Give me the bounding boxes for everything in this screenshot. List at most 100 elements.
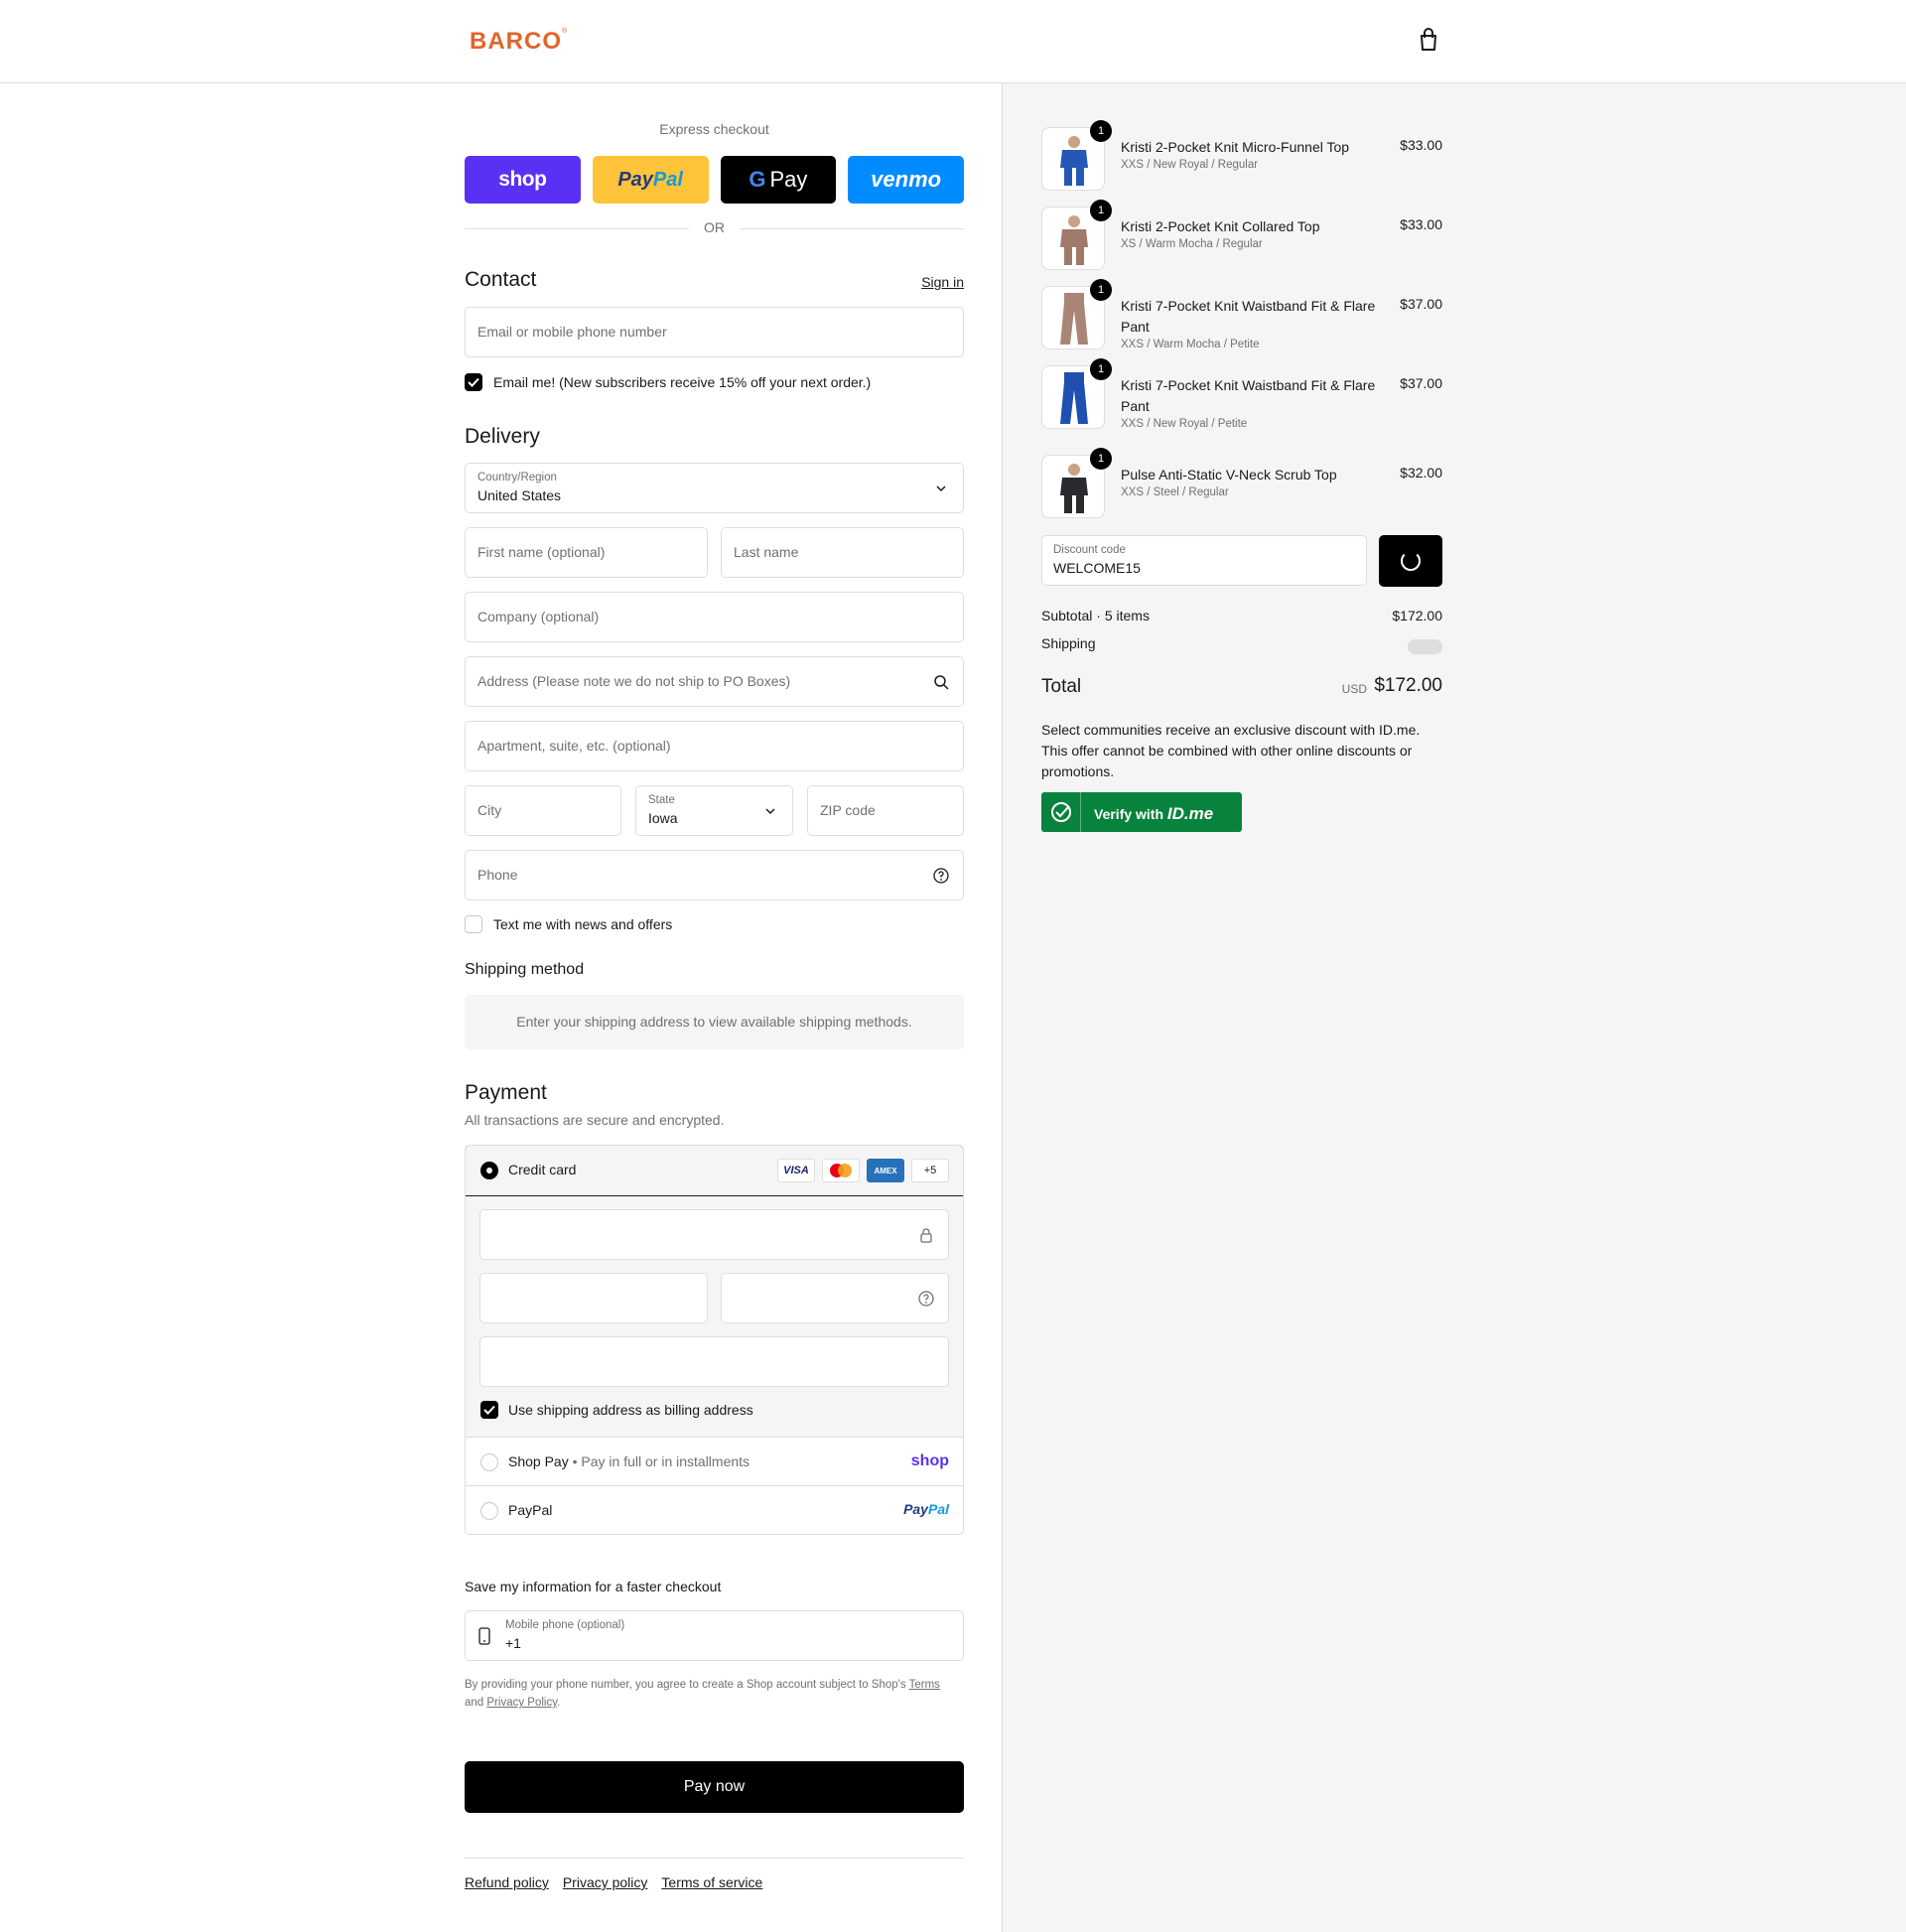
terms-of-service-link[interactable]: Terms of service [661,1874,762,1890]
privacy-policy-link[interactable]: Privacy policy [563,1874,648,1890]
product-title: Pulse Anti-Static V-Neck Scrub Top [1121,467,1337,483]
country-select[interactable]: Country/Region United States [465,463,964,513]
contact-heading: Contact [465,268,537,291]
apply-discount-button[interactable] [1379,535,1442,587]
save-info-heading: Save my information for a faster checkou… [465,1579,722,1594]
product-variant: XXS / New Royal / Regular [1121,159,1259,171]
or-divider: OR [465,219,964,237]
site-header: BARCO® [0,0,1906,83]
product-thumbnail: 1 [1041,448,1112,518]
paypal-option[interactable]: PayPal PayPal [466,1486,963,1534]
payment-methods: Credit card VISA AMEX +5 Use shipping ad… [465,1145,964,1535]
google-pay-express-button[interactable]: G Pay [720,156,837,204]
discount-code-value: WELCOME15 [1053,560,1141,576]
last-name-field[interactable]: Last name [721,527,964,578]
subtotal-row: Subtotal · 5 items $172.00 [1041,608,1442,623]
help-circle-icon[interactable] [932,867,950,885]
mastercard-icon [822,1159,860,1182]
text-me-label: Text me with news and offers [493,916,673,932]
shop-terms-link[interactable]: Terms [909,1679,940,1691]
quantity-badge: 1 [1090,200,1112,221]
email-me-checkbox[interactable] [465,373,482,391]
shop-consent-text: By providing your phone number, you agre… [465,1679,940,1709]
state-select[interactable]: State Iowa [635,785,793,836]
zip-code-field[interactable]: ZIP code [807,785,964,836]
total-label: Total [1041,676,1082,697]
city-field[interactable]: City [465,785,621,836]
product-thumbnail: 1 [1041,200,1112,270]
sign-in-link[interactable]: Sign in [921,274,964,290]
shipping-label: Shipping [1041,635,1096,651]
discount-code-label: Discount code [1053,544,1126,556]
product-thumbnail: 1 [1041,120,1112,191]
venmo-express-button[interactable]: venmo [848,156,964,204]
shop-pay-express-button[interactable]: shop [465,156,581,204]
card-number-field[interactable] [479,1209,949,1260]
security-code-field[interactable] [721,1273,949,1323]
verify-with-idme-button[interactable]: Verify with ID.me [1041,792,1242,832]
loading-spinner-icon [1401,551,1421,571]
product-thumbnail: 1 [1041,279,1112,349]
product-price: $33.00 [1400,137,1442,153]
credit-card-option[interactable]: Credit card VISA AMEX +5 [466,1146,963,1196]
product-variant: XXS / Steel / Regular [1121,486,1229,498]
shop-pay-logo: shop [910,1452,949,1469]
express-checkout-buttons: shop Pay Pal G Pay venmo [465,156,964,204]
chevron-down-icon [761,802,779,820]
shop-pay-radio[interactable] [480,1453,498,1471]
credit-card-radio[interactable] [480,1162,498,1179]
product-price: $33.00 [1400,216,1442,232]
product-title: Kristi 2-Pocket Knit Collared Top [1121,218,1320,234]
shop-privacy-link[interactable]: Privacy Policy [486,1697,557,1709]
delivery-heading: Delivery [465,425,540,448]
paypal-express-button[interactable]: Pay Pal [592,156,709,204]
address-field[interactable]: Address (Please note we do not ship to P… [465,656,964,707]
mobile-phone-field[interactable]: Mobile phone (optional) +1 [465,1610,964,1661]
help-circle-icon[interactable] [917,1290,935,1308]
quantity-badge: 1 [1090,120,1112,142]
payment-heading: Payment [465,1081,547,1104]
credit-card-form: Use shipping address as billing address [466,1196,963,1438]
product-variant: XXS / New Royal / Petite [1121,418,1248,430]
mobile-phone-icon [477,1627,491,1648]
expiration-date-field[interactable] [479,1273,708,1323]
quantity-badge: 1 [1090,448,1112,470]
product-variant: XXS / Warm Mocha / Petite [1121,339,1260,350]
apartment-field[interactable]: Apartment, suite, etc. (optional) [465,721,964,771]
search-icon [932,673,950,691]
phone-field[interactable]: Phone [465,850,964,900]
quantity-badge: 1 [1090,279,1112,301]
currency-code: USD [1341,682,1367,696]
text-me-checkbox[interactable] [465,915,482,933]
idme-description: Select communities receive an exclusive … [1041,722,1421,779]
product-thumbnail: 1 [1041,358,1112,429]
refund-policy-link[interactable]: Refund policy [465,1874,549,1890]
chevron-down-icon [932,480,950,497]
quantity-badge: 1 [1090,358,1112,380]
billing-same-checkbox[interactable] [480,1401,498,1419]
paypal-radio[interactable] [480,1502,498,1520]
product-title: Kristi 7-Pocket Knit Waistband Fit & Fla… [1121,377,1376,414]
shipping-loading-placeholder [1408,639,1442,654]
amex-icon: AMEX [867,1159,904,1182]
total-row: Total USD $172.00 [1041,673,1442,701]
paypal-logo: PayPal [903,1501,949,1517]
company-field[interactable]: Company (optional) [465,592,964,642]
more-cards-badge: +5 [911,1159,949,1182]
name-on-card-field[interactable] [479,1336,949,1387]
subtotal-value: $172.00 [1392,608,1442,623]
lock-icon [917,1226,935,1244]
first-name-field[interactable]: First name (optional) [465,527,708,578]
idme-button-label: Verify with ID.me [1094,804,1214,823]
shopping-bag-icon[interactable] [1418,28,1441,54]
product-title: Kristi 7-Pocket Knit Waistband Fit & Fla… [1121,298,1376,335]
product-price: $32.00 [1400,465,1442,481]
product-variant: XS / Warm Mocha / Regular [1121,238,1263,250]
discount-code-input[interactable]: Discount code WELCOME15 [1041,535,1367,586]
barco-logo[interactable]: BARCO® [470,28,568,56]
email-field[interactable]: Email or mobile phone number [465,307,964,357]
credit-card-label: Credit card [508,1162,577,1177]
google-g-icon: G [749,167,766,192]
pay-now-button[interactable]: Pay now [465,1761,964,1813]
shop-pay-option[interactable]: Shop Pay • Pay in full or in installment… [466,1438,963,1486]
